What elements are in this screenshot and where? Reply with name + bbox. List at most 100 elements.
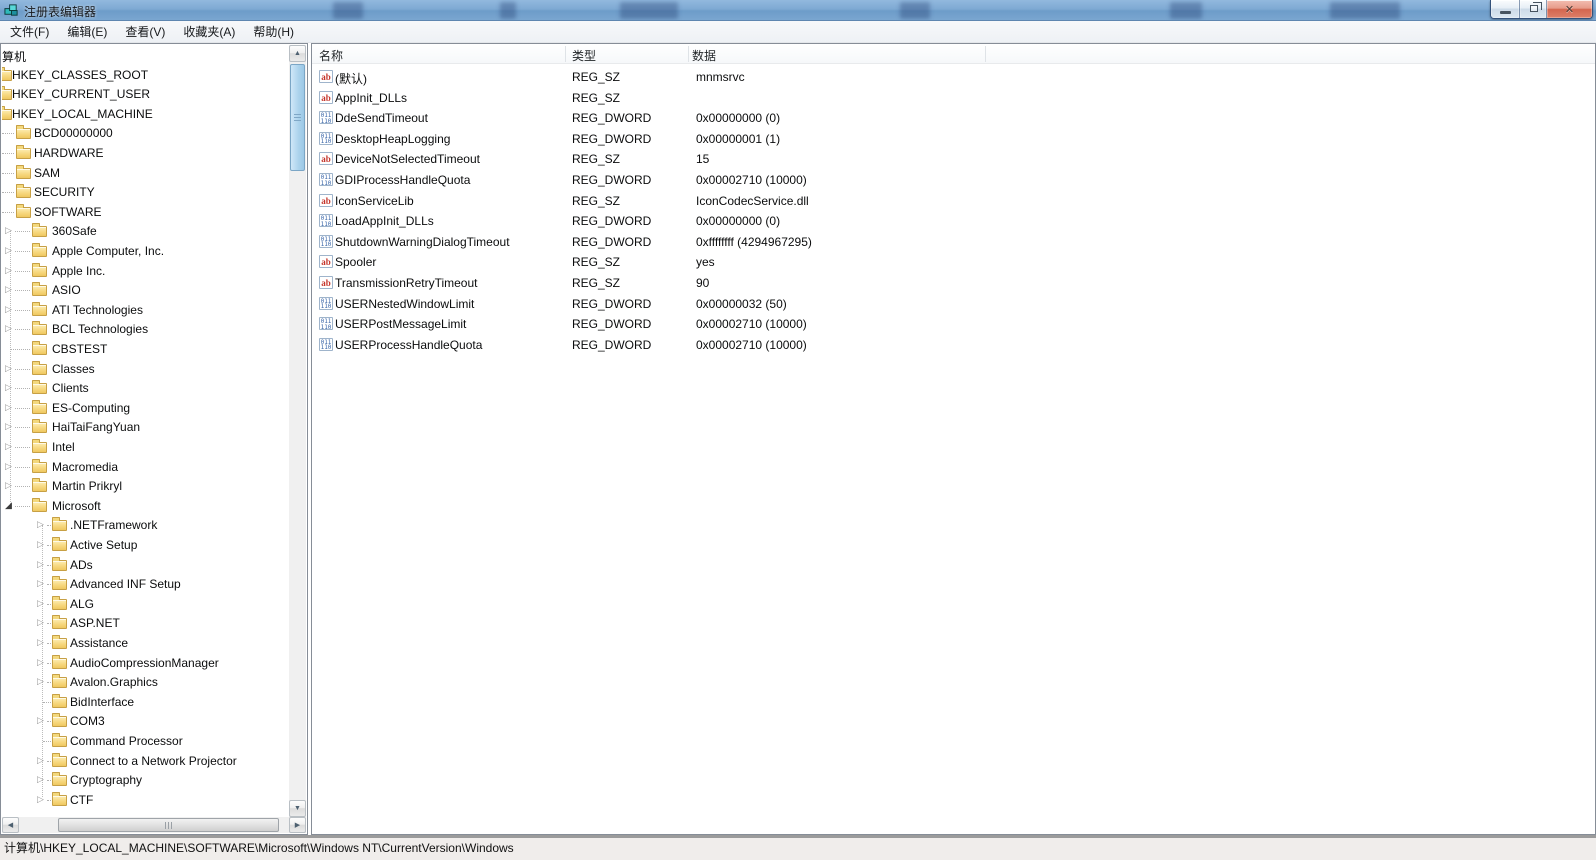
tree-item[interactable]: ▷HaiTaiFangYuan: [2, 417, 289, 437]
tree-item[interactable]: BidInterface: [2, 692, 289, 712]
expander-collapsed-icon[interactable]: ▷: [5, 265, 12, 276]
tree-item[interactable]: ◢Microsoft: [2, 496, 289, 516]
close-button[interactable]: ✕: [1547, 0, 1592, 18]
scroll-down-button[interactable]: ▼: [289, 800, 306, 817]
tree-item[interactable]: Command Processor: [2, 731, 289, 751]
title-bar[interactable]: 注册表编辑器 ✕: [0, 0, 1596, 21]
tree-item[interactable]: CBSTEST: [2, 339, 289, 359]
expander-collapsed-icon[interactable]: ▷: [5, 480, 12, 491]
tree-item[interactable]: ▷Intel: [2, 437, 289, 457]
expander-collapsed-icon[interactable]: ▷: [5, 323, 12, 334]
tree-item[interactable]: HKEY_CURRENT_USER: [2, 84, 289, 104]
tree-item[interactable]: ▷Assistance: [2, 633, 289, 653]
expander-collapsed-icon[interactable]: ▷: [37, 676, 44, 687]
expander-collapsed-icon[interactable]: ▷: [37, 794, 44, 805]
expander-collapsed-icon[interactable]: ▷: [5, 382, 12, 393]
expander-collapsed-icon[interactable]: ▷: [37, 657, 44, 668]
column-header-type[interactable]: 类型: [572, 47, 596, 64]
tree-item[interactable]: 计算机: [2, 45, 289, 65]
menu-file[interactable]: 文件(F): [1, 20, 58, 43]
tree-item[interactable]: ▷Apple Inc.: [2, 261, 289, 281]
expander-collapsed-icon[interactable]: ▷: [37, 715, 44, 726]
expander-collapsed-icon[interactable]: ▷: [37, 617, 44, 628]
registry-value-row[interactable]: abTransmissionRetryTimeoutREG_SZ90: [312, 272, 1595, 293]
restore-button[interactable]: [1520, 0, 1547, 18]
expander-collapsed-icon[interactable]: ▷: [37, 578, 44, 589]
expander-collapsed-icon[interactable]: ▷: [37, 637, 44, 648]
tree-item[interactable]: ▷360Safe: [2, 221, 289, 241]
menu-help[interactable]: 帮助(H): [244, 20, 303, 43]
expander-expanded-icon[interactable]: ◢: [5, 500, 12, 511]
expander-collapsed-icon[interactable]: ▷: [5, 245, 12, 256]
vertical-scroll-thumb[interactable]: [290, 64, 305, 171]
tree-item[interactable]: ▷COM3: [2, 711, 289, 731]
column-divider[interactable]: [985, 46, 986, 62]
registry-value-row[interactable]: 011 110ShutdownWarningDialogTimeoutREG_D…: [312, 231, 1595, 252]
tree-item[interactable]: HARDWARE: [2, 143, 289, 163]
tree-item[interactable]: ▷Connect to a Network Projector: [2, 751, 289, 771]
tree-item[interactable]: ▷CTF: [2, 790, 289, 810]
expander-collapsed-icon[interactable]: ▷: [37, 598, 44, 609]
registry-value-row[interactable]: abAppInit_DLLsREG_SZ: [312, 87, 1595, 108]
tree-vertical-scrollbar[interactable]: ▲ ▼: [289, 45, 306, 817]
registry-value-row[interactable]: 011 110USERPostMessageLimitREG_DWORD0x00…: [312, 313, 1595, 334]
tree-item[interactable]: ▷Martin Prikryl: [2, 476, 289, 496]
tree-item[interactable]: ▷Macromedia: [2, 457, 289, 477]
scroll-left-button[interactable]: ◀: [2, 817, 19, 833]
expander-collapsed-icon[interactable]: ▷: [5, 363, 12, 374]
tree-item[interactable]: HKEY_LOCAL_MACHINE: [2, 104, 289, 124]
tree-item[interactable]: ▷.NETFramework: [2, 515, 289, 535]
column-header-data[interactable]: 数据: [692, 47, 716, 64]
registry-value-row[interactable]: 011 110USERProcessHandleQuotaREG_DWORD0x…: [312, 334, 1595, 355]
tree-item[interactable]: ▷ALG: [2, 594, 289, 614]
expander-collapsed-icon[interactable]: ▷: [5, 284, 12, 295]
registry-value-row[interactable]: 011 110GDIProcessHandleQuotaREG_DWORD0x0…: [312, 169, 1595, 190]
tree-item[interactable]: ▷ASIO: [2, 280, 289, 300]
scroll-right-button[interactable]: ▶: [289, 817, 306, 833]
column-header-name[interactable]: 名称: [319, 47, 343, 64]
registry-value-row[interactable]: abSpoolerREG_SZyes: [312, 251, 1595, 272]
tree-item[interactable]: ▷ADs: [2, 555, 289, 575]
tree-item[interactable]: ▷BCL Technologies: [2, 319, 289, 339]
registry-value-row[interactable]: 011 110DdeSendTimeoutREG_DWORD0x00000000…: [312, 107, 1595, 128]
tree-item[interactable]: ▷ES-Computing: [2, 398, 289, 418]
tree-horizontal-scrollbar[interactable]: ◀ ▶: [2, 817, 306, 833]
registry-value-row[interactable]: 011 110USERNestedWindowLimitREG_DWORD0x0…: [312, 293, 1595, 314]
expander-collapsed-icon[interactable]: ▷: [37, 755, 44, 766]
registry-value-row[interactable]: abIconServiceLibREG_SZIconCodecService.d…: [312, 190, 1595, 211]
tree-item[interactable]: ▷Active Setup: [2, 535, 289, 555]
menu-favorites[interactable]: 收藏夹(A): [174, 20, 244, 43]
menu-edit[interactable]: 编辑(E): [58, 20, 116, 43]
scroll-up-button[interactable]: ▲: [289, 45, 306, 62]
expander-collapsed-icon[interactable]: ▷: [5, 304, 12, 315]
expander-collapsed-icon[interactable]: ▷: [5, 461, 12, 472]
tree-item[interactable]: ▷Apple Computer, Inc.: [2, 241, 289, 261]
horizontal-scroll-thumb[interactable]: [58, 818, 279, 832]
expander-collapsed-icon[interactable]: ▷: [37, 774, 44, 785]
column-divider[interactable]: [688, 46, 689, 62]
registry-value-row[interactable]: 011 110LoadAppInit_DLLsREG_DWORD0x000000…: [312, 210, 1595, 231]
expander-collapsed-icon[interactable]: ▷: [5, 225, 12, 236]
tree-item[interactable]: ▷Avalon.Graphics: [2, 672, 289, 692]
tree-item[interactable]: ▷ATI Technologies: [2, 300, 289, 320]
registry-value-row[interactable]: 011 110DesktopHeapLoggingREG_DWORD0x0000…: [312, 128, 1595, 149]
tree-item[interactable]: ▷Classes: [2, 359, 289, 379]
tree-item[interactable]: ▷AudioCompressionManager: [2, 653, 289, 673]
expander-collapsed-icon[interactable]: ▷: [5, 441, 12, 452]
registry-value-row[interactable]: ab(默认)REG_SZmnmsrvc: [312, 66, 1595, 87]
tree-item[interactable]: ▷ASP.NET: [2, 613, 289, 633]
tree-item[interactable]: ▷Cryptography: [2, 770, 289, 790]
expander-collapsed-icon[interactable]: ▷: [37, 559, 44, 570]
tree-item[interactable]: ▷Clients: [2, 378, 289, 398]
expander-collapsed-icon[interactable]: ▷: [5, 402, 12, 413]
registry-value-row[interactable]: abDeviceNotSelectedTimeoutREG_SZ15: [312, 148, 1595, 169]
expander-collapsed-icon[interactable]: ▷: [5, 421, 12, 432]
tree-item[interactable]: SECURITY: [2, 182, 289, 202]
expander-collapsed-icon[interactable]: ▷: [37, 539, 44, 550]
column-divider[interactable]: [565, 46, 566, 62]
tree-item[interactable]: SOFTWARE: [2, 202, 289, 222]
tree-item[interactable]: SAM: [2, 163, 289, 183]
tree-item[interactable]: ▷Advanced INF Setup: [2, 574, 289, 594]
minimize-button[interactable]: [1491, 0, 1520, 18]
expander-collapsed-icon[interactable]: ▷: [37, 519, 44, 530]
